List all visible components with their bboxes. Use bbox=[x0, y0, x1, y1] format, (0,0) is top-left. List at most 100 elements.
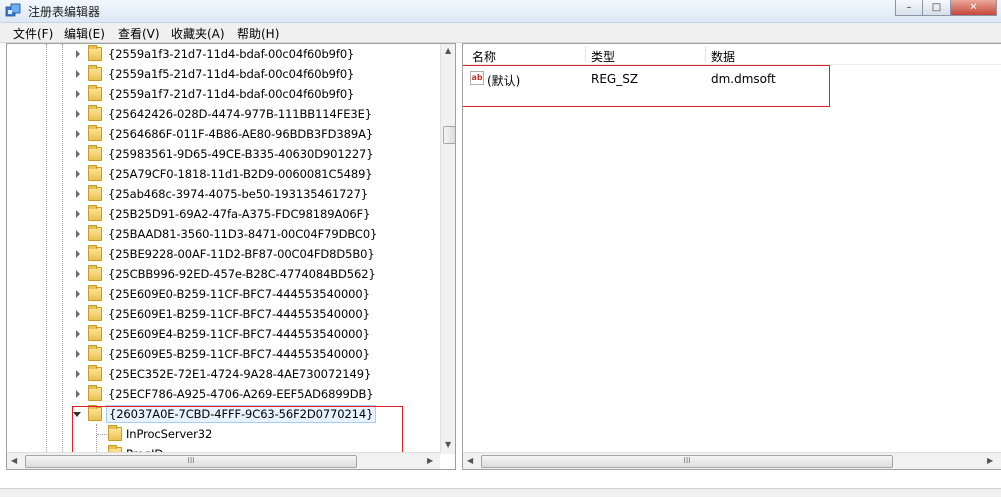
scroll-right-arrow-icon[interactable]: ▶ bbox=[987, 456, 993, 465]
tree-item[interactable]: {25BE9228-00AF-11D2-BF87-00C04FD8D5B0} bbox=[7, 244, 447, 264]
menu-edit[interactable]: 编辑(E) bbox=[64, 25, 105, 42]
tree-item[interactable]: {25B25D91-69A2-47fa-A375-FDC98189A06F} bbox=[7, 204, 447, 224]
tree-item-label: {25CBB996-92ED-457e-B28C-4774084BD562} bbox=[108, 267, 376, 281]
key-tree-pane[interactable]: {2559a1f3-21d7-11d4-bdaf-00c04f60b9f0} {2… bbox=[6, 43, 456, 470]
regedit-icon bbox=[5, 3, 21, 17]
menu-bar: 文件(F) 编辑(E) 查看(V) 收藏夹(A) 帮助(H) bbox=[0, 23, 1001, 43]
folder-icon bbox=[88, 265, 102, 281]
expand-arrow-icon[interactable] bbox=[76, 370, 80, 378]
folder-icon bbox=[88, 165, 102, 181]
menu-help[interactable]: 帮助(H) bbox=[237, 25, 279, 42]
column-data[interactable]: 数据 bbox=[711, 48, 735, 65]
scroll-up-arrow-icon[interactable]: ▲ bbox=[445, 46, 451, 55]
expand-arrow-icon[interactable] bbox=[76, 270, 80, 278]
tree-item[interactable]: {25E609E1-B259-11CF-BFC7-444553540000} bbox=[7, 304, 447, 324]
tree-item[interactable]: {25A79CF0-1818-11d1-B2D9-0060081C5489} bbox=[7, 164, 447, 184]
expand-arrow-icon[interactable] bbox=[76, 130, 80, 138]
values-column-header: 名称 类型 数据 bbox=[463, 44, 1001, 65]
expand-arrow-icon[interactable] bbox=[76, 210, 80, 218]
values-pane[interactable]: 名称 类型 数据 ab (默认) REG_SZ dm.dmsoft ◀ III … bbox=[462, 43, 1001, 470]
tree-item-label: {25A79CF0-1818-11d1-B2D9-0060081C5489} bbox=[108, 167, 373, 181]
expand-arrow-icon[interactable] bbox=[76, 250, 80, 258]
tree-item[interactable]: {25E609E4-B259-11CF-BFC7-444553540000} bbox=[7, 324, 447, 344]
window-controls: – □ ✕ bbox=[895, 0, 997, 18]
tree-item[interactable]: {25983561-9D65-49CE-B335-40630D901227} bbox=[7, 144, 447, 164]
scroll-left-arrow-icon[interactable]: ◀ bbox=[11, 456, 17, 465]
expand-arrow-icon[interactable] bbox=[76, 290, 80, 298]
grip-icon: III bbox=[187, 456, 195, 465]
expand-arrow-icon[interactable] bbox=[76, 190, 80, 198]
tree-item-label: {25983561-9D65-49CE-B335-40630D901227} bbox=[108, 147, 374, 161]
tree-item[interactable]: {25642426-028D-4474-977B-111BB114FE3E} bbox=[7, 104, 447, 124]
tree-item[interactable]: {2559a1f3-21d7-11d4-bdaf-00c04f60b9f0} bbox=[7, 44, 447, 64]
folder-icon bbox=[88, 145, 102, 161]
tree-item-label: {2559a1f3-21d7-11d4-bdaf-00c04f60b9f0} bbox=[108, 47, 355, 61]
column-type[interactable]: 类型 bbox=[591, 48, 615, 65]
expand-arrow-icon[interactable] bbox=[76, 310, 80, 318]
menu-favorites[interactable]: 收藏夹(A) bbox=[171, 25, 225, 42]
column-divider[interactable] bbox=[705, 46, 706, 62]
folder-icon bbox=[88, 205, 102, 221]
tree-item-label: {25E609E0-B259-11CF-BFC7-444553540000} bbox=[108, 287, 370, 301]
tree-item-label: {25E609E4-B259-11CF-BFC7-444553540000} bbox=[108, 327, 370, 341]
tree-item[interactable]: {25BAAD81-3560-11D3-8471-00C04F79DBC0} bbox=[7, 224, 447, 244]
folder-icon bbox=[88, 45, 102, 61]
expand-arrow-icon[interactable] bbox=[76, 330, 80, 338]
folder-icon bbox=[88, 285, 102, 301]
minimize-button[interactable]: – bbox=[895, 0, 923, 16]
close-button[interactable]: ✕ bbox=[951, 0, 997, 16]
menu-view[interactable]: 查看(V) bbox=[118, 25, 160, 42]
tree-item-label: {25642426-028D-4474-977B-111BB114FE3E} bbox=[108, 107, 373, 121]
tree-item-label: {25BE9228-00AF-11D2-BF87-00C04FD8D5B0} bbox=[108, 247, 375, 261]
tree-item[interactable]: {25E609E5-B259-11CF-BFC7-444553540000} bbox=[7, 344, 447, 364]
tree-item-label: {25B25D91-69A2-47fa-A375-FDC98189A06F} bbox=[108, 207, 371, 221]
scroll-thumb[interactable]: III bbox=[25, 455, 357, 468]
tree-item[interactable]: {2564686F-011F-4B86-AE80-96BDB3FD389A} bbox=[7, 124, 447, 144]
menu-file[interactable]: 文件(F) bbox=[13, 25, 53, 42]
scroll-down-arrow-icon[interactable]: ▼ bbox=[445, 440, 451, 449]
tree-item[interactable]: {25EC352E-72E1-4724-9A28-4AE730072149} bbox=[7, 364, 447, 384]
tree-item[interactable]: {25ab468c-3974-4075-be50-193135461727} bbox=[7, 184, 447, 204]
highlight-box-values bbox=[463, 65, 830, 107]
tree-item-label: {25ab468c-3974-4075-be50-193135461727} bbox=[108, 187, 369, 201]
expand-arrow-icon[interactable] bbox=[76, 350, 80, 358]
expand-arrow-icon[interactable] bbox=[76, 170, 80, 178]
expand-arrow-icon[interactable] bbox=[76, 50, 80, 58]
tree-vertical-scrollbar[interactable]: ▲ ▼ bbox=[440, 44, 455, 454]
expand-arrow-icon[interactable] bbox=[76, 90, 80, 98]
title-bar[interactable]: 注册表编辑器 – □ ✕ bbox=[0, 0, 1001, 23]
grip-icon: III bbox=[683, 456, 691, 465]
expand-arrow-icon[interactable] bbox=[76, 70, 80, 78]
tree-item[interactable]: {2559a1f7-21d7-11d4-bdaf-00c04f60b9f0} bbox=[7, 84, 447, 104]
scroll-thumb[interactable] bbox=[443, 126, 455, 144]
scroll-left-arrow-icon[interactable]: ◀ bbox=[467, 456, 473, 465]
tree-item-label: {2559a1f7-21d7-11d4-bdaf-00c04f60b9f0} bbox=[108, 87, 355, 101]
tree-item[interactable]: {2559a1f5-21d7-11d4-bdaf-00c04f60b9f0} bbox=[7, 64, 447, 84]
expand-arrow-icon[interactable] bbox=[76, 110, 80, 118]
tree-item-label: {25E609E1-B259-11CF-BFC7-444553540000} bbox=[108, 307, 370, 321]
scroll-right-arrow-icon[interactable]: ▶ bbox=[427, 456, 433, 465]
tree-item[interactable]: {25CBB996-92ED-457e-B28C-4774084BD562} bbox=[7, 264, 447, 284]
expand-arrow-icon[interactable] bbox=[76, 230, 80, 238]
tree-item[interactable]: {25ECF786-A925-4706-A269-EEF5AD6899DB} bbox=[7, 384, 447, 404]
folder-icon bbox=[88, 345, 102, 361]
folder-icon bbox=[88, 65, 102, 81]
values-horizontal-scrollbar[interactable]: ◀ III ▶ bbox=[463, 452, 1001, 469]
maximize-button[interactable]: □ bbox=[923, 0, 951, 16]
folder-icon bbox=[88, 325, 102, 341]
tree-item-label: {2559a1f5-21d7-11d4-bdaf-00c04f60b9f0} bbox=[108, 67, 355, 81]
tree-item-label: {25ECF786-A925-4706-A269-EEF5AD6899DB} bbox=[108, 387, 374, 401]
expand-arrow-icon[interactable] bbox=[76, 390, 80, 398]
scroll-thumb[interactable]: III bbox=[481, 455, 893, 468]
tree-item-label: {25BAAD81-3560-11D3-8471-00C04F79DBC0} bbox=[108, 227, 378, 241]
tree-horizontal-scrollbar[interactable]: ◀ III ▶ bbox=[7, 452, 440, 469]
column-divider[interactable] bbox=[585, 46, 586, 62]
folder-icon bbox=[88, 305, 102, 321]
folder-icon bbox=[88, 245, 102, 261]
tree-item-label: {25EC352E-72E1-4724-9A28-4AE730072149} bbox=[108, 367, 372, 381]
expand-arrow-icon[interactable] bbox=[76, 150, 80, 158]
column-name[interactable]: 名称 bbox=[472, 48, 496, 65]
folder-icon bbox=[88, 185, 102, 201]
tree-item-label: {2564686F-011F-4B86-AE80-96BDB3FD389A} bbox=[108, 127, 374, 141]
tree-item[interactable]: {25E609E0-B259-11CF-BFC7-444553540000} bbox=[7, 284, 447, 304]
